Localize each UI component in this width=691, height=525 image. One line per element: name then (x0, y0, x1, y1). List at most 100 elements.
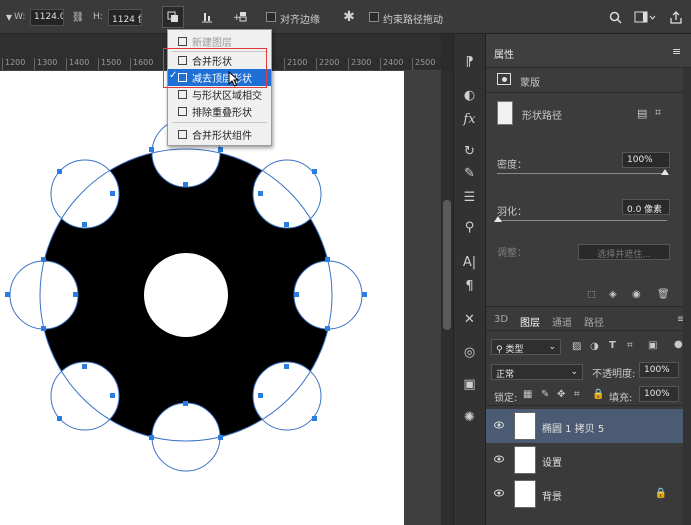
tab-paths[interactable]: 路径 (584, 314, 604, 329)
layer-row-settings[interactable]: 设置 (486, 443, 691, 477)
menu-item-exclude-overlapping[interactable]: 排除重叠形状 (168, 103, 271, 120)
tab-layers[interactable]: 图层 (520, 314, 540, 329)
visibility-eye-icon[interactable] (494, 488, 504, 498)
layer-thumbnail (514, 412, 536, 440)
ruler-label: 1500 (98, 58, 121, 70)
density-slider[interactable] (497, 173, 667, 174)
clone-source-icon[interactable]: ⚲ (453, 215, 486, 239)
visibility-eye-icon[interactable]: ◉ (632, 289, 641, 300)
options-bar: ▾ W: 1124.0 ⛓ H: 1124 像 + 对齐边缘 ✱ 约束路径拖动 (0, 0, 691, 34)
path-alignment-icon[interactable] (196, 6, 218, 28)
menu-divider (172, 122, 267, 123)
apply-mask-icon[interactable]: ▤ (637, 107, 647, 120)
layer-name: 设置 (542, 458, 562, 469)
path-operations-icon[interactable] (162, 6, 184, 28)
layer-row-background[interactable]: 背景 🔒 (486, 477, 691, 511)
layer-filter-select[interactable]: ⚲ 类型 ⌄ (491, 339, 561, 355)
merge-components-icon (178, 130, 187, 139)
menu-item-label: 排除重叠形状 (192, 108, 252, 119)
ruler-label: 1600 (130, 58, 153, 70)
history-icon[interactable]: ↻ (453, 139, 486, 163)
menu-item-intersect-shape-areas[interactable]: 与形状区域相交 (168, 86, 271, 103)
intersect-shape-icon (178, 90, 187, 99)
layer-thumbnail (514, 480, 536, 508)
fill-input[interactable]: 100% (639, 386, 679, 402)
lock-all-icon[interactable]: 🔒 (592, 389, 604, 400)
filter-adjustment-icon[interactable]: ◑ (590, 341, 599, 352)
feather-input[interactable]: 0.0 像素 (622, 199, 670, 215)
fill-label: 填充: (609, 393, 633, 404)
menu-item-merge-shape-components[interactable]: 合并形状组件 (168, 126, 271, 143)
menu-item-label: 新建图层 (192, 38, 232, 49)
visibility-eye-icon[interactable] (494, 420, 504, 430)
sliders-icon[interactable]: ☰ (453, 185, 486, 209)
tab-channels[interactable]: 通道 (552, 314, 572, 329)
height-input[interactable]: 1124 像 (108, 9, 142, 26)
info-icon[interactable]: ▣ (453, 372, 486, 396)
chevron-down-icon: ⌄ (548, 342, 556, 352)
path-arrangement-icon[interactable]: + (229, 6, 251, 28)
tools-crossed-icon[interactable]: ✕ (453, 307, 486, 331)
ruler-label: 2400 (380, 58, 403, 70)
lock-artboard-icon[interactable]: ⌗ (574, 389, 580, 400)
properties-tab[interactable]: 属性 (494, 46, 514, 61)
density-input[interactable]: 100% (622, 152, 670, 168)
apply-icon[interactable]: ◈ (609, 289, 617, 300)
visibility-eye-icon[interactable] (494, 454, 504, 464)
tab-3d[interactable]: 3D (494, 314, 508, 325)
layer-row-ellipse-copy[interactable]: 椭圆 1 拷贝 5 (486, 409, 691, 443)
blend-mode-select[interactable]: 正常 ⌄ (491, 364, 583, 380)
density-slider-knob[interactable] (661, 169, 669, 175)
brush-icon[interactable]: ✎ (453, 161, 486, 185)
lock-transparent-icon[interactable]: ▦ (523, 389, 532, 400)
height-label: H: (93, 12, 103, 22)
ruler-label: 2500 (412, 58, 435, 70)
lock-icon: 🔒 (654, 488, 667, 499)
panel-scrollbar[interactable] (683, 68, 691, 525)
link-icon[interactable]: ⛓ (67, 6, 89, 28)
search-icon[interactable] (604, 6, 626, 28)
load-selection-icon[interactable]: ⬚ (587, 290, 596, 300)
fx-styles-icon[interactable]: fx (453, 107, 486, 131)
properties-header: 属性 ≡ (486, 34, 691, 68)
mouse-cursor-icon (228, 71, 240, 87)
sparkle-icon[interactable]: ✺ (453, 405, 486, 429)
share-icon[interactable] (665, 6, 687, 28)
ruler-label: 1200 (2, 58, 25, 70)
menu-item-label: 合并形状组件 (192, 131, 252, 142)
density-label: 密度： (497, 160, 527, 171)
opacity-input[interactable]: 100% (639, 362, 679, 378)
feather-slider[interactable] (497, 220, 667, 221)
feather-slider-knob[interactable] (494, 216, 502, 222)
select-mask-icon[interactable]: ⌗ (655, 106, 661, 120)
character-panel-icon[interactable]: ⁋ (453, 50, 486, 74)
trash-icon[interactable]: 🗑 (657, 289, 670, 300)
panel-menu-icon[interactable]: ≡ (672, 45, 681, 58)
menu-item-label: 与形状区域相交 (192, 91, 262, 102)
opacity-label: 不透明度: (592, 369, 636, 380)
adjustments-icon[interactable]: ◐ (453, 83, 486, 107)
width-input[interactable]: 1124.0 (30, 9, 64, 26)
paragraph-icon[interactable]: ¶ (453, 274, 486, 298)
annotation-highlight-box (163, 48, 267, 88)
constrain-path-label: 约束路径拖动 (383, 15, 443, 26)
workspace-icon[interactable] (630, 6, 660, 28)
lock-position-icon[interactable]: ✥ (557, 389, 565, 400)
filter-text-icon[interactable]: T (609, 340, 616, 351)
filter-image-icon[interactable]: ▨ (572, 341, 581, 352)
lock-pixels-icon[interactable]: ✎ (541, 389, 549, 400)
scrollbar-thumb[interactable] (443, 200, 451, 330)
divider (486, 92, 683, 93)
gear-icon[interactable]: ✱ (338, 6, 360, 28)
filter-smart-icon[interactable]: ▣ (648, 340, 657, 351)
navigator-icon[interactable]: ◎ (453, 340, 486, 364)
text-cursor-icon[interactable]: A| (453, 250, 486, 274)
filter-shape-icon[interactable]: ⌗ (627, 340, 633, 351)
pasteboard (404, 71, 441, 525)
align-edges-checkbox[interactable] (266, 12, 276, 22)
constrain-path-checkbox[interactable] (369, 12, 379, 22)
ruler-label: 2200 (316, 58, 339, 70)
select-and-mask-button[interactable]: 选择并遮住... (578, 244, 670, 260)
filter-toggle-icon[interactable]: ● (674, 339, 683, 350)
shape-path-label: 形状路径 (522, 111, 562, 122)
